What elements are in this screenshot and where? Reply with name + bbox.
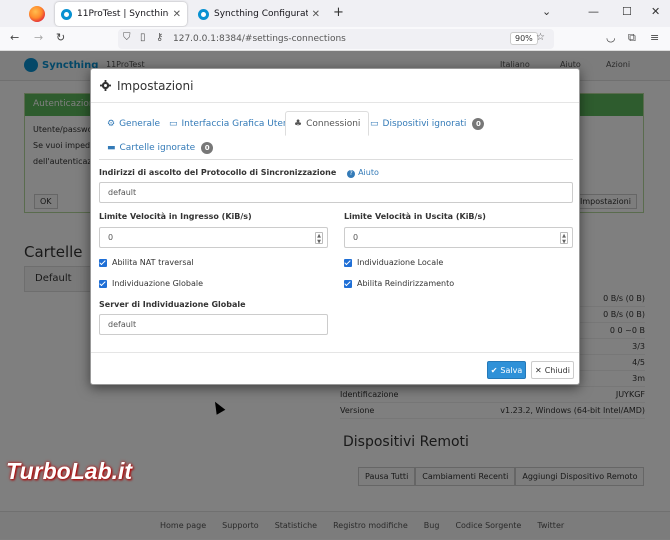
stepper-icon[interactable]: ▲ ▼ [560, 232, 568, 245]
incoming-rate-input[interactable]: 0 ▲ ▼ [99, 227, 328, 248]
shield-icon[interactable]: ⛉ [123, 32, 131, 43]
modal-footer-divider [91, 352, 579, 353]
outgoing-rate-input[interactable]: 0 ▲ ▼ [344, 227, 573, 248]
tab-divider [99, 159, 573, 160]
tab-title: Syncthing Configuration — Sync [214, 9, 308, 19]
modal-title: Impostazioni [117, 79, 194, 93]
count-badge: 0 [201, 141, 214, 154]
save-button[interactable]: ✔ Salva [487, 361, 526, 379]
watermark: TurboLab.it [6, 458, 133, 484]
sitemap-icon: ♣ [294, 118, 303, 129]
global-discovery-server-label: Server di Individuazione Globale [99, 300, 246, 309]
firefox-menu-icon[interactable] [29, 6, 45, 22]
browser-navbar: ← → ↻ ⛉ ▯ ⚷ 127.0.0.1:8384/#settings-con… [0, 27, 670, 51]
url-text: 127.0.0.1:8384/#settings-connections [173, 34, 346, 44]
browser-tab-config[interactable]: Syncthing Configuration — Sync ✕ [192, 2, 326, 26]
settings-modal: Impostazioni ⚙ Generale ▭ Interfaccia Gr… [90, 68, 580, 385]
gear-icon [100, 80, 111, 91]
zoom-level[interactable]: 90% [510, 32, 538, 45]
browser-tab-syncthing[interactable]: 11ProTest | Syncthing ✕ [55, 2, 187, 26]
tab-connections[interactable]: ♣ Connessioni [285, 111, 370, 136]
tab-ignored-devices[interactable]: ▭ Dispositivi ignorati 0 [362, 111, 492, 136]
tab-ignored-folders[interactable]: ▬ Cartelle ignorate 0 [99, 135, 221, 160]
tab-general[interactable]: ⚙ Generale [99, 111, 168, 136]
count-badge: 0 [472, 117, 485, 130]
new-tab-icon[interactable]: + [333, 5, 344, 20]
page-icon[interactable]: ▯ [140, 32, 146, 43]
checkbox-checked-icon[interactable] [344, 258, 352, 267]
back-icon[interactable]: ← [10, 31, 19, 44]
tab-list-icon[interactable]: ⌄ [542, 5, 551, 18]
close-button[interactable]: ✕ Chiudi [531, 361, 574, 379]
modal-header: Impostazioni [91, 69, 579, 103]
forward-icon[interactable]: → [34, 31, 43, 44]
laptop-icon: ▭ [370, 118, 379, 129]
extensions-icon[interactable]: ⧉ [628, 31, 636, 45]
tab-title: 11ProTest | Syncthing [77, 9, 169, 19]
check-icon: ✔ [490, 365, 498, 375]
pocket-icon[interactable]: ◡ [606, 31, 616, 44]
checkbox-checked-icon[interactable] [344, 279, 352, 288]
tab-gui[interactable]: ▭ Interfaccia Grafica Utente [161, 111, 306, 136]
gear-icon: ⚙ [107, 118, 116, 129]
syncthing-favicon-icon [61, 8, 72, 20]
window-close-icon[interactable]: ✕ [651, 5, 660, 18]
menu-icon[interactable]: ≡ [650, 31, 659, 44]
tab-close-icon[interactable]: ✕ [173, 9, 181, 20]
question-icon: ? [347, 170, 356, 178]
bookmark-star-icon[interactable]: ☆ [536, 32, 545, 43]
url-bar[interactable]: ⛉ ▯ ⚷ 127.0.0.1:8384/#settings-connectio… [118, 29, 554, 49]
syncthing-favicon-icon [198, 8, 209, 20]
outgoing-rate-label: Limite Velocità in Uscita (KiB/s) [344, 212, 486, 221]
minimize-icon[interactable]: — [588, 5, 599, 18]
reload-icon[interactable]: ↻ [56, 31, 65, 44]
checkbox-checked-icon[interactable] [99, 279, 107, 288]
checkbox-checked-icon[interactable] [99, 258, 107, 267]
listen-address-label: Indirizzi di ascolto del Protocollo di S… [99, 168, 379, 178]
monitor-icon: ▭ [169, 118, 178, 129]
help-link[interactable]: ? Aiuto [347, 168, 379, 178]
relaying-checkbox[interactable]: Abilita Reindirizzamento [344, 279, 454, 288]
global-discovery-server-input[interactable]: default [99, 314, 328, 335]
global-discovery-checkbox[interactable]: Individuazione Globale [99, 279, 203, 288]
folder-icon: ▬ [107, 142, 116, 153]
tab-close-icon[interactable]: ✕ [312, 9, 320, 20]
close-icon: ✕ [535, 365, 542, 375]
maximize-icon[interactable]: ☐ [622, 5, 632, 18]
browser-tabbar: 11ProTest | Syncthing ✕ Syncthing Config… [0, 0, 670, 27]
nat-traversal-checkbox[interactable]: Abilita NAT traversal [99, 258, 194, 267]
incoming-rate-label: Limite Velocità in Ingresso (KiB/s) [99, 212, 252, 221]
key-icon[interactable]: ⚷ [156, 32, 163, 43]
stepper-icon[interactable]: ▲ ▼ [315, 232, 323, 245]
local-discovery-checkbox[interactable]: Individuazione Locale [344, 258, 443, 267]
listen-address-input[interactable]: default [99, 182, 573, 203]
